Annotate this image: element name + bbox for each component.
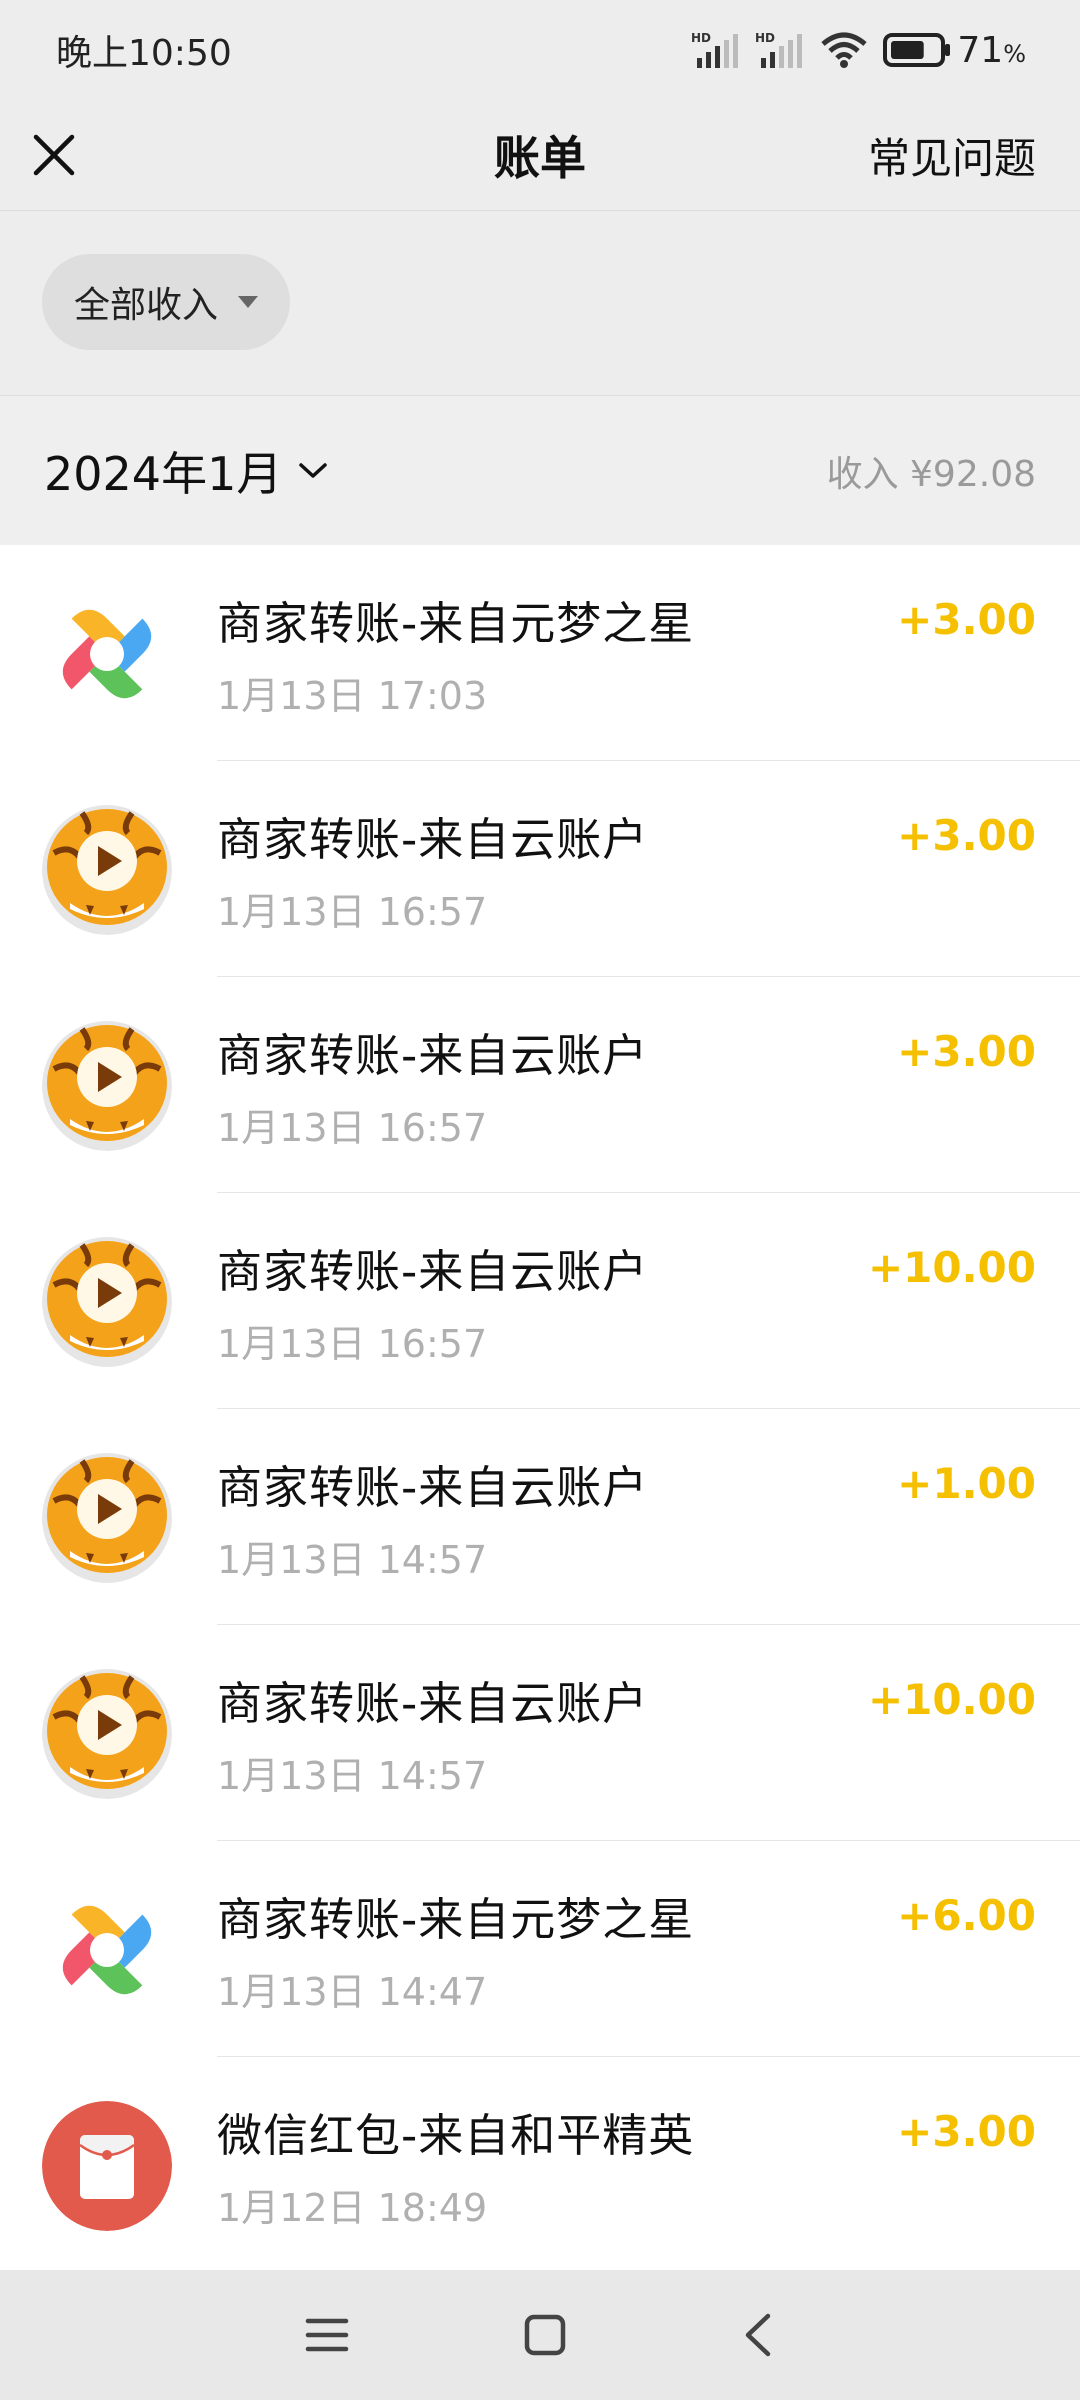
chevron-down-icon — [299, 462, 328, 478]
cloud-account-tiger-logo — [42, 1021, 172, 1151]
svg-text:HD: HD — [755, 31, 775, 45]
transaction-avatar — [42, 2101, 172, 2231]
transaction-time: 1月13日 14:57 — [217, 1538, 488, 1582]
transaction-row[interactable]: 商家转账-来自云账户 1月13日 14:57 +10.00 — [0, 1625, 1080, 1841]
transaction-time: 1月13日 16:57 — [217, 890, 488, 934]
transaction-time: 1月12日 18:49 — [217, 2186, 488, 2230]
cloud-account-tiger-logo — [42, 805, 172, 935]
transaction-time: 1月13日 17:03 — [217, 674, 488, 718]
close-icon[interactable] — [32, 133, 76, 177]
filter-label: 全部收入 — [74, 285, 219, 326]
transaction-avatar — [42, 1237, 172, 1367]
transaction-row[interactable]: 商家转账-来自云账户 1月13日 14:57 +1.00 — [0, 1409, 1080, 1625]
income-filter-dropdown[interactable]: 全部收入 — [42, 254, 291, 350]
filter-area: 全部收入 — [0, 211, 1080, 395]
battery-indicator: 71% — [883, 30, 1026, 71]
transaction-avatar — [42, 1669, 172, 1799]
faq-link[interactable]: 常见问题 — [868, 125, 1036, 186]
menu-icon[interactable] — [302, 2313, 352, 2357]
transaction-row[interactable]: 商家转账-来自元梦之星 1月13日 14:47 +6.00 — [0, 1841, 1080, 2057]
transaction-avatar — [42, 805, 172, 935]
transaction-title: 商家转账-来自云账户 — [217, 1245, 649, 1298]
transaction-row[interactable]: 商家转账-来自元梦之星 1月13日 17:03 +3.00 — [0, 545, 1080, 761]
transaction-list: 商家转账-来自元梦之星 1月13日 17:03 +3.00 商家转账-来自云账户 1月… — [0, 545, 1080, 2270]
month-selector[interactable]: 2024年1月 — [44, 438, 328, 504]
transaction-time: 1月13日 16:57 — [217, 1322, 488, 1366]
transaction-title: 微信红包-来自和平精英 — [217, 2109, 695, 2162]
svg-text:HD: HD — [691, 31, 711, 45]
status-time: 晚上10:50 — [56, 33, 232, 74]
yuanmeng-star-logo — [42, 1885, 172, 2015]
caret-down-icon — [238, 296, 259, 308]
cloud-account-tiger-logo — [42, 1453, 172, 1583]
transaction-amount: +3.00 — [897, 811, 1036, 860]
transaction-title: 商家转账-来自云账户 — [217, 1029, 649, 1082]
transaction-avatar — [42, 1021, 172, 1151]
home-icon[interactable] — [520, 2310, 570, 2360]
transaction-avatar — [42, 1885, 172, 2015]
transaction-title: 商家转账-来自云账户 — [217, 1461, 649, 1514]
transaction-avatar — [42, 1453, 172, 1583]
transaction-amount: +3.00 — [897, 595, 1036, 644]
month-header: 2024年1月 收入 ¥92.08 — [0, 395, 1080, 545]
transaction-title: 商家转账-来自云账户 — [217, 1677, 649, 1730]
transaction-title: 商家转账-来自元梦之星 — [217, 597, 695, 650]
red-packet-icon — [42, 2101, 172, 2231]
transaction-row[interactable]: 商家转账-来自云账户 1月13日 16:57 +10.00 — [0, 1193, 1080, 1409]
transaction-time: 1月13日 14:57 — [217, 1754, 488, 1798]
transaction-row[interactable]: 商家转账-来自云账户 1月13日 16:57 +3.00 — [0, 977, 1080, 1193]
signal-icon: HD — [755, 31, 803, 68]
transaction-amount: +10.00 — [867, 1675, 1036, 1724]
back-icon[interactable] — [738, 2310, 778, 2360]
nav-bar: 账单 常见问题 — [0, 100, 1080, 210]
transaction-time: 1月13日 16:57 — [217, 1106, 488, 1150]
transaction-row[interactable]: 微信红包-来自和平精英 1月12日 18:49 +3.00 — [0, 2057, 1080, 2270]
transaction-amount: +10.00 — [867, 1243, 1036, 1292]
transaction-title: 商家转账-来自元梦之星 — [217, 1893, 695, 1946]
wifi-icon — [821, 32, 868, 68]
yuanmeng-star-logo — [42, 589, 172, 719]
transaction-row[interactable]: 商家转账-来自云账户 1月13日 16:57 +3.00 — [0, 761, 1080, 977]
transaction-amount: +6.00 — [897, 1891, 1036, 1940]
status-bar: 晚上10:50 HD HD 71% — [0, 0, 1080, 100]
signal-icon: HD — [691, 31, 739, 68]
transaction-amount: +3.00 — [897, 2107, 1036, 2156]
transaction-title: 商家转账-来自云账户 — [217, 813, 649, 866]
month-label: 2024年1月 — [44, 446, 283, 501]
transaction-amount: +3.00 — [897, 1027, 1036, 1076]
transaction-avatar — [42, 589, 172, 719]
battery-icon — [883, 33, 951, 67]
status-icons: HD HD 71% — [691, 30, 1026, 71]
transaction-time: 1月13日 14:47 — [217, 1970, 488, 2014]
system-nav-bar — [0, 2270, 1080, 2400]
income-label: 收入 — [826, 453, 899, 495]
battery-percent: 71% — [957, 29, 1026, 71]
cloud-account-tiger-logo — [42, 1669, 172, 1799]
month-income-summary: 收入 ¥92.08 — [827, 445, 1036, 497]
income-value: ¥92.08 — [910, 453, 1036, 495]
cloud-account-tiger-logo — [42, 1237, 172, 1367]
transaction-amount: +1.00 — [897, 1459, 1036, 1508]
